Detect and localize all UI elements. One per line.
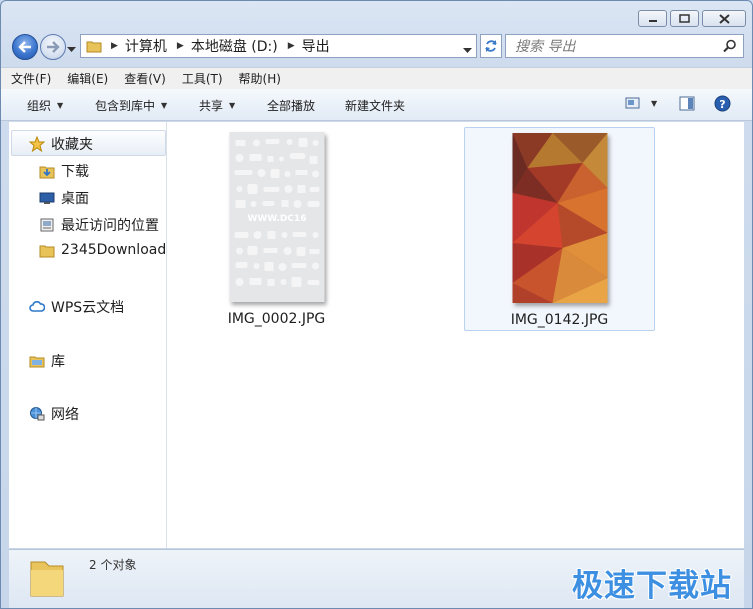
close-button[interactable] [702,10,746,27]
nav-libraries[interactable]: 库 [29,351,65,371]
file-list: WWW.DC16 IMG_0002.JPG IMG_0142.JPG [167,122,744,548]
arrow-left-icon [18,41,31,53]
breadcrumb-separator-icon[interactable]: ▶ [288,41,295,51]
nav-wps-cloud[interactable]: WPS云文档 [29,297,124,317]
back-button[interactable] [12,34,38,60]
menu-edit[interactable]: 编辑(E) [57,70,114,87]
nav-item-recent-places[interactable]: 最近访问的位置 [39,215,159,235]
caption-buttons [638,10,746,27]
search-icon[interactable] [723,39,737,56]
close-icon [718,13,730,24]
svg-text:?: ? [719,98,725,111]
address-history-button[interactable] [463,43,472,57]
nav-item-label: 桌面 [61,191,89,207]
chevron-down-icon: ▼ [161,101,168,110]
include-in-library-button[interactable]: 包含到库中 ▼ [95,97,167,114]
address-bar[interactable]: ▶ 计算机 ▶ 本地磁盘 (D:) ▶ 导出 [80,34,477,58]
item-count: 2 个对象 [89,558,137,572]
command-bar: 组织 ▼ 包含到库中 ▼ 共享 ▼ 全部播放 新建文件夹 ▼ ? [1,89,752,121]
view-icon [625,97,640,109]
minimize-icon [648,19,657,22]
share-label: 共享 [199,99,224,113]
maximize-button[interactable] [670,10,699,27]
chevron-down-icon [463,48,472,53]
nav-wps-label: WPS云文档 [51,300,125,316]
nav-item-label: 最近访问的位置 [61,218,159,234]
nav-item-label: 下载 [61,164,89,180]
nav-item-2345downloads[interactable]: 2345Downloads [39,242,167,258]
help-button[interactable]: ? [714,95,731,112]
desktop-icon [39,190,55,206]
menu-bar: 文件(F) 编辑(E) 查看(V) 工具(T) 帮助(H) [1,67,752,90]
new-folder-button[interactable]: 新建文件夹 [345,97,405,114]
nav-item-desktop[interactable]: 桌面 [39,188,89,208]
refresh-button[interactable] [480,34,502,58]
refresh-icon [485,40,497,52]
change-view-button[interactable]: ▼ [625,96,657,110]
nav-item-label: 2345Downloads [61,242,167,258]
file-item-img-0002[interactable]: WWW.DC16 IMG_0002.JPG [181,127,372,331]
thumbnail-img-0002: WWW.DC16 [229,132,324,302]
search-input[interactable] [513,36,717,58]
thumbnail-img-0142 [512,133,607,303]
file-name: IMG_0142.JPG [510,312,609,328]
library-icon [29,353,45,369]
menu-file[interactable]: 文件(F) [1,70,57,87]
folder-icon [86,39,102,53]
chevron-down-icon: ▼ [651,98,658,108]
chevron-down-icon: ▼ [229,101,236,110]
menu-help[interactable]: 帮助(H) [229,70,287,87]
navigation-bar: ▶ 计算机 ▶ 本地磁盘 (D:) ▶ 导出 [9,32,749,62]
nav-favorites-label: 收藏夹 [51,137,93,153]
star-icon [29,136,45,152]
menu-tools[interactable]: 工具(T) [172,70,229,87]
chevron-down-icon: ▼ [57,101,64,110]
menu-view[interactable]: 查看(V) [114,70,172,87]
maximize-icon [679,14,690,23]
breadcrumb-export[interactable]: 导出 [302,36,330,56]
arrow-right-icon [47,41,60,53]
recent-places-icon [39,217,55,233]
preview-pane-icon [679,96,695,111]
share-button[interactable]: 共享 ▼ [199,97,235,114]
breadcrumb-computer[interactable]: 计算机 [125,36,167,56]
chevron-down-icon [67,47,76,52]
minimize-button[interactable] [638,10,667,27]
nav-favorites[interactable]: 收藏夹 [29,134,93,154]
breadcrumb-separator-icon[interactable]: ▶ [177,41,184,51]
search-box[interactable] [505,34,744,58]
thumbnail-watermark-text: WWW.DC16 [247,214,306,224]
downloads-folder-icon [39,163,55,179]
nav-item-downloads[interactable]: 下载 [39,161,89,181]
nav-libraries-label: 库 [51,354,65,370]
file-item-img-0142[interactable]: IMG_0142.JPG [464,127,655,331]
help-icon: ? [714,95,731,112]
nav-network[interactable]: 网络 [29,404,79,424]
include-library-label: 包含到库中 [95,99,156,113]
folder-icon [39,242,55,258]
breadcrumb-separator-icon[interactable]: ▶ [111,41,118,51]
details-pane: 2 个对象 极速下载站 [9,549,744,608]
file-name: IMG_0002.JPG [227,311,326,327]
site-watermark: 极速下载站 [572,568,732,604]
navigation-pane: 收藏夹 下载 桌面 最近访问的位置 2345Downloads WPS云文档 库… [9,122,167,548]
explorer-window: ▶ 计算机 ▶ 本地磁盘 (D:) ▶ 导出 文件( [0,0,753,609]
forward-button[interactable] [40,34,66,60]
preview-pane-button[interactable] [679,96,695,111]
breadcrumb-drive-d[interactable]: 本地磁盘 (D:) [191,36,278,56]
organize-button[interactable]: 组织 ▼ [27,97,63,114]
play-all-button[interactable]: 全部播放 [267,97,315,114]
network-icon [29,406,45,422]
recent-pages-button[interactable] [67,42,76,56]
nav-network-label: 网络 [51,407,79,423]
folder-large-icon [27,552,67,603]
organize-label: 组织 [27,99,52,113]
cloud-icon [29,299,45,315]
